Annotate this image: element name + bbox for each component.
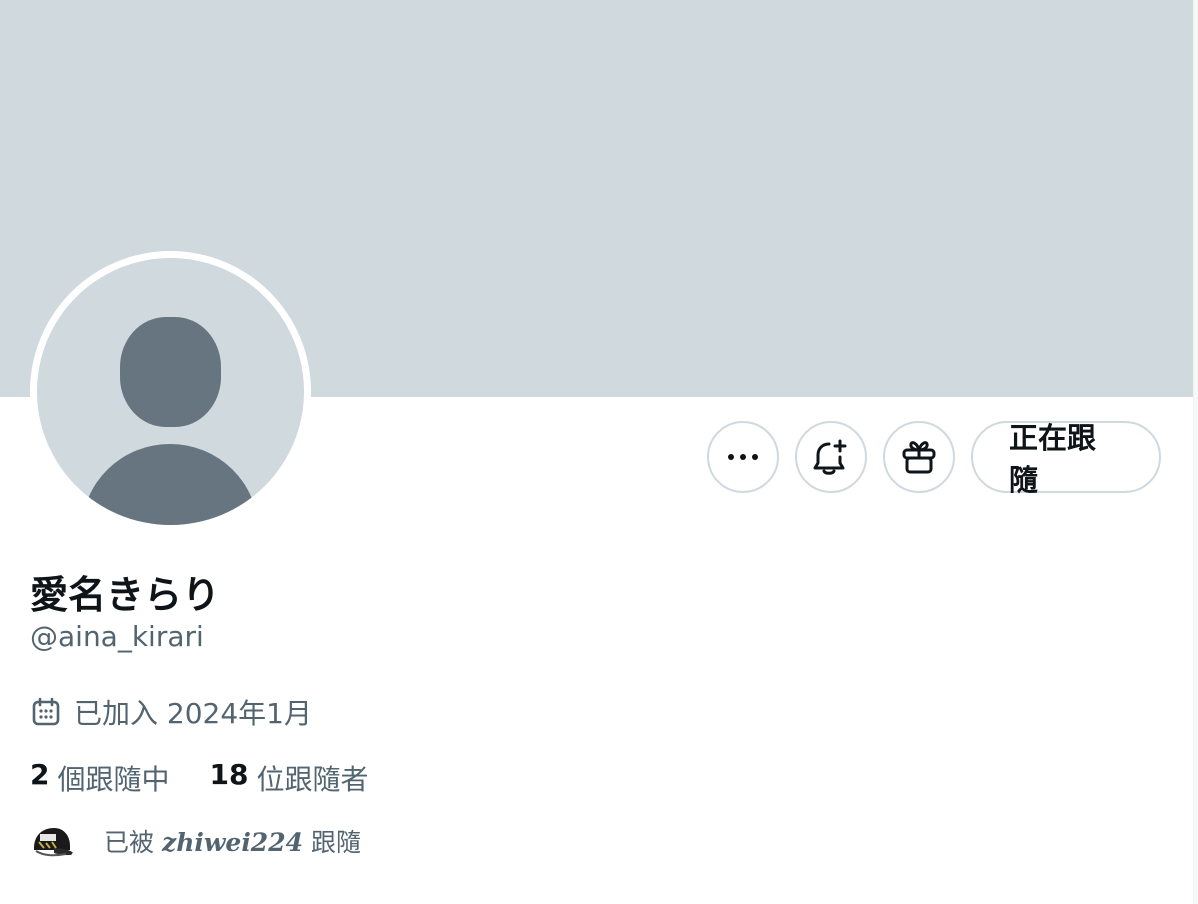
display-name: 愛名きらり	[30, 573, 221, 617]
join-date: 已加入 2024年1月	[30, 692, 312, 732]
gift-icon	[902, 441, 936, 474]
following-count: 2	[30, 758, 50, 791]
default-avatar-icon	[37, 258, 304, 525]
following-button[interactable]: 正在跟隨	[971, 421, 1161, 497]
profile-avatar[interactable]	[30, 251, 311, 532]
following-label: 個跟隨中	[57, 763, 170, 796]
followers-count: 18	[209, 758, 249, 791]
followed-by[interactable]: 已被 zhiwei224 跟隨	[30, 818, 361, 864]
followed-by-name[interactable]: zhiwei224	[162, 828, 303, 857]
calendar-icon	[32, 697, 60, 726]
profile-page: 正在跟隨 愛名きらり @aina_kirari 已加入 2024年1月 2 個跟…	[0, 0, 1198, 904]
followed-by-text: 已被 zhiwei224 跟隨	[104, 823, 361, 859]
more-button[interactable]	[707, 421, 779, 493]
scrollbar-track[interactable]	[1193, 0, 1198, 904]
follower-avatar[interactable]	[30, 818, 76, 864]
notification-button[interactable]	[795, 421, 867, 493]
following-link[interactable]: 2 個跟隨中	[30, 758, 170, 798]
join-date-text: 已加入 2024年1月	[74, 697, 312, 730]
bell-plus-icon	[813, 439, 847, 475]
more-horizontal-icon	[728, 454, 758, 460]
gift-button[interactable]	[883, 421, 955, 493]
followers-link[interactable]: 18 位跟隨者	[210, 758, 369, 798]
cap-image-icon	[34, 828, 74, 857]
followers-label: 位跟隨者	[256, 763, 369, 796]
follow-stats: 2 個跟隨中 18 位跟隨者	[30, 758, 368, 798]
profile-actions: 正在跟隨	[707, 421, 1161, 497]
followed-by-suffix: 跟隨	[311, 828, 362, 857]
followed-by-prefix: 已被	[104, 828, 155, 857]
user-handle: @aina_kirari	[30, 620, 204, 653]
